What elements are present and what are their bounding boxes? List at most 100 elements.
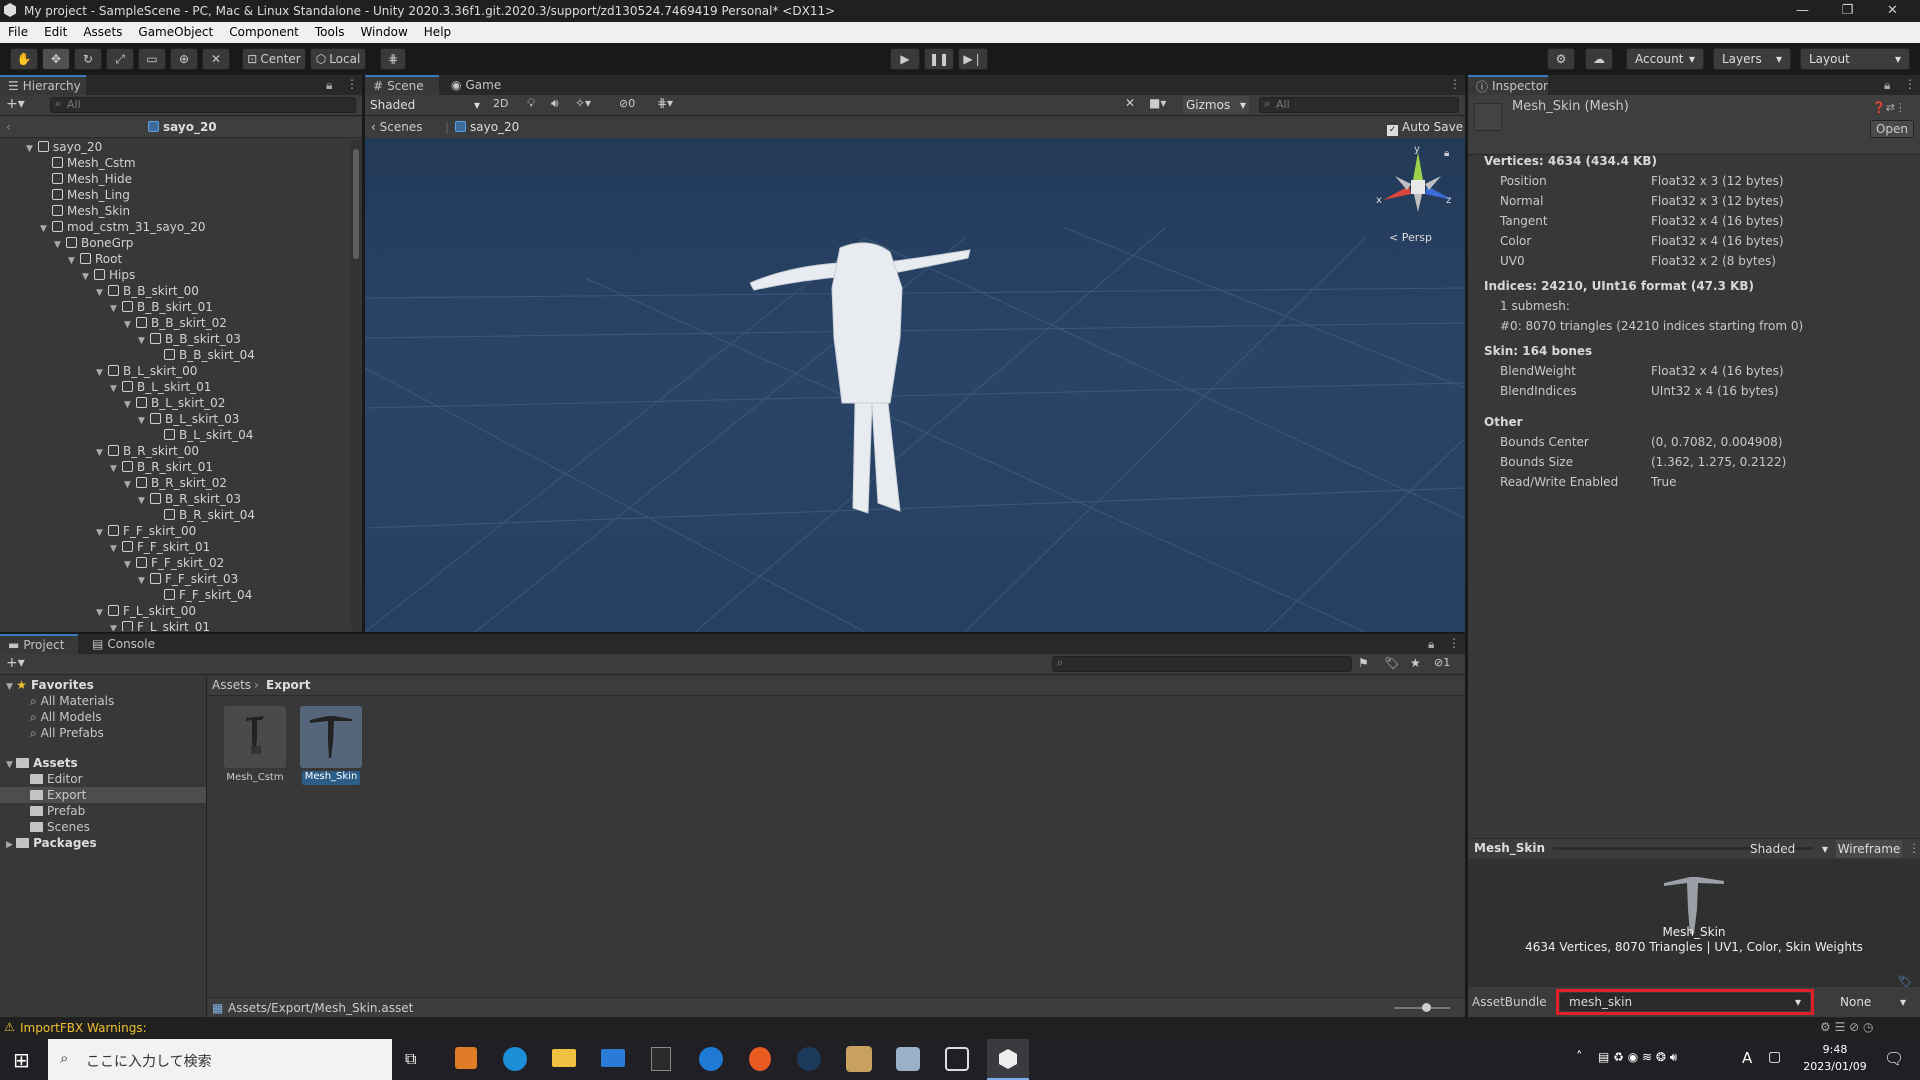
restore-button[interactable]: ❐	[1825, 0, 1870, 22]
lighting-icon[interactable]: 💡︎	[527, 96, 535, 111]
favorite-item[interactable]: ⌕ All Materials	[30, 694, 114, 709]
pivot-center-button[interactable]: ⊡ Center	[242, 48, 306, 70]
hierarchy-item[interactable]: ▼ F_F_skirt_00	[96, 523, 196, 539]
expand-arrow-icon[interactable]: ▼	[110, 621, 122, 631]
menu-tools[interactable]: Tools	[307, 22, 353, 43]
expand-arrow-icon[interactable]: ▼	[110, 381, 122, 397]
move-tool-icon[interactable]: ✥	[42, 48, 70, 70]
effects-icon[interactable]: ✧▾	[575, 96, 591, 110]
shading-mode-dropdown[interactable]: Shaded ▾	[367, 96, 483, 114]
close-button[interactable]: ✕	[1870, 0, 1915, 22]
expand-arrow-icon[interactable]: ▼	[54, 237, 66, 253]
hierarchy-item[interactable]: ▼ B_R_skirt_03	[138, 491, 241, 507]
paint-app-icon[interactable]	[896, 1047, 920, 1071]
hierarchy-search-input[interactable]: All	[50, 97, 356, 113]
back-arrow-icon[interactable]: ‹	[6, 120, 11, 134]
taskbar-search-box[interactable]: ⌕ ここに入力して検索	[48, 1039, 392, 1080]
breadcrumb-export[interactable]: Export	[266, 678, 310, 692]
assetbundle-variant-dropdown[interactable]: None ▾	[1832, 993, 1914, 1011]
gizmo-lock-icon[interactable]: 🔒︎	[1444, 148, 1449, 159]
tab-inspector[interactable]: ⓘ Inspector	[1468, 75, 1548, 95]
hierarchy-item[interactable]: ▼ Hips	[82, 267, 135, 283]
status-icons[interactable]: ⚙ ☰ ⊘ ◷	[1820, 1020, 1873, 1034]
menu-gameobject[interactable]: GameObject	[130, 22, 221, 43]
expand-arrow-icon[interactable]: ▼	[82, 269, 94, 285]
expand-arrow-icon[interactable]: ▼	[124, 397, 136, 413]
hierarchy-item[interactable]: ▼ B_L_skirt_00	[96, 363, 197, 379]
play-button[interactable]: ▶	[890, 48, 920, 70]
hierarchy-item[interactable]: ▼ B_B_skirt_02	[124, 315, 227, 331]
tab-console[interactable]: ▤ Console	[84, 634, 164, 654]
lock-icon[interactable]: 🔒︎	[326, 78, 332, 93]
favorite-item[interactable]: ⌕ All Models	[30, 710, 102, 725]
grid-toggle-icon[interactable]: ⋕▾	[657, 96, 673, 110]
add-icon[interactable]: +▾	[6, 655, 25, 671]
open-button[interactable]: Open	[1870, 120, 1914, 138]
more-icon[interactable]: ⋮	[1449, 77, 1461, 91]
folder-item-selected[interactable]: Export	[30, 788, 86, 802]
favorite-star-icon[interactable]: ★	[1410, 656, 1421, 670]
transform-tool-icon[interactable]: ⊕	[170, 48, 198, 70]
camera-icon[interactable]: ■▾	[1149, 96, 1166, 110]
expand-arrow-icon[interactable]: ▼	[96, 525, 108, 541]
folder-item[interactable]: Scenes	[30, 820, 90, 834]
perspective-label[interactable]: < Persp	[1389, 231, 1432, 244]
step-button[interactable]: ▶❘	[958, 48, 988, 70]
hierarchy-item[interactable]: ▼ F_L_skirt_00	[96, 603, 196, 619]
more-icon[interactable]: ⋮	[1908, 841, 1920, 855]
hierarchy-item[interactable]: ▼ F_L_skirt_01	[110, 619, 210, 631]
hierarchy-item[interactable]: ▼ BoneGrp	[54, 235, 133, 251]
hierarchy-item[interactable]: ▼ B_L_skirt_01	[110, 379, 211, 395]
hierarchy-item[interactable]: Mesh_Ling	[40, 187, 130, 203]
expand-arrow-icon[interactable]: ▼	[138, 413, 150, 429]
rotate-tool-icon[interactable]: ↻	[74, 48, 102, 70]
add-icon[interactable]: +▾	[6, 96, 25, 112]
slider-handle[interactable]	[1422, 1003, 1431, 1012]
edge-icon[interactable]	[503, 1047, 527, 1071]
grid-snap-icon[interactable]: ⋕	[380, 48, 406, 70]
filter-label-icon[interactable]: 🏷︎	[1384, 656, 1399, 670]
ime-mode-icon[interactable]: ▢	[1768, 1049, 1781, 1065]
hidden-objects-toggle[interactable]: ⊘0	[619, 97, 635, 110]
cloud-icon[interactable]: ☁	[1585, 48, 1613, 70]
hierarchy-item[interactable]: ▼ B_R_skirt_02	[124, 475, 227, 491]
expand-arrow-icon[interactable]: ▼	[124, 477, 136, 493]
assetbundle-name-dropdown[interactable]: mesh_skin ▾	[1560, 993, 1810, 1011]
asset-name[interactable]: Mesh_Cstm	[210, 772, 300, 783]
expand-arrow-icon[interactable]: ▼	[124, 317, 136, 333]
steam-icon[interactable]	[797, 1047, 821, 1071]
game-app-icon[interactable]	[846, 1046, 872, 1072]
hierarchy-item[interactable]: ▼ B_B_skirt_03	[138, 331, 241, 347]
taskbar-date[interactable]: 2023/01/09	[1800, 1060, 1870, 1073]
packages-folder[interactable]: ▶ Packages	[6, 836, 97, 850]
hierarchy-item[interactable]: ▼ B_L_skirt_02	[124, 395, 225, 411]
notification-icon[interactable]: 🗨︎	[1884, 1049, 1904, 1068]
folder-item[interactable]: Editor	[30, 772, 83, 786]
scale-tool-icon[interactable]: ⤢	[106, 48, 134, 70]
asset-thumbnail-selected[interactable]	[300, 706, 362, 768]
expand-arrow-icon[interactable]: ▼	[26, 141, 38, 157]
character-model[interactable]	[750, 228, 1010, 528]
hierarchy-item[interactable]: Mesh_Cstm	[40, 155, 136, 171]
hierarchy-item[interactable]: ▼ sayo_20	[26, 139, 102, 155]
breadcrumb-scenes[interactable]: ‹ Scenes	[371, 120, 422, 134]
hierarchy-item[interactable]: ▼ F_F_skirt_01	[110, 539, 210, 555]
expand-arrow-icon[interactable]: ▼	[138, 573, 150, 589]
unity-hub-icon[interactable]	[945, 1047, 969, 1071]
tab-game[interactable]: ◉ Game	[443, 75, 507, 95]
more-icon[interactable]: ⋮	[346, 77, 358, 91]
ime-indicator[interactable]: A	[1742, 1049, 1752, 1067]
ubisoft-icon[interactable]	[699, 1047, 723, 1071]
preview-shading-dropdown[interactable]: Shaded ▾	[1746, 840, 1832, 858]
menu-help[interactable]: Help	[416, 22, 459, 43]
breadcrumb-assets[interactable]: Assets	[212, 678, 251, 692]
audio-icon[interactable]: 🔊︎	[551, 96, 559, 111]
mail-icon[interactable]	[601, 1049, 625, 1067]
tab-project[interactable]: ▬ Project	[0, 634, 78, 654]
hierarchy-scrollbar[interactable]	[351, 139, 361, 631]
breadcrumb-prefab[interactable]: sayo_20	[455, 120, 519, 134]
tray-icons[interactable]: ▤ ♻ ◉ ≋ ❂ 🔊︎	[1598, 1050, 1677, 1065]
media-app-icon[interactable]	[455, 1047, 477, 1069]
scene-viewport[interactable]: y x z 🔒︎ < Persp	[365, 138, 1465, 632]
tab-hierarchy[interactable]: ☰ Hierarchy	[0, 75, 86, 95]
